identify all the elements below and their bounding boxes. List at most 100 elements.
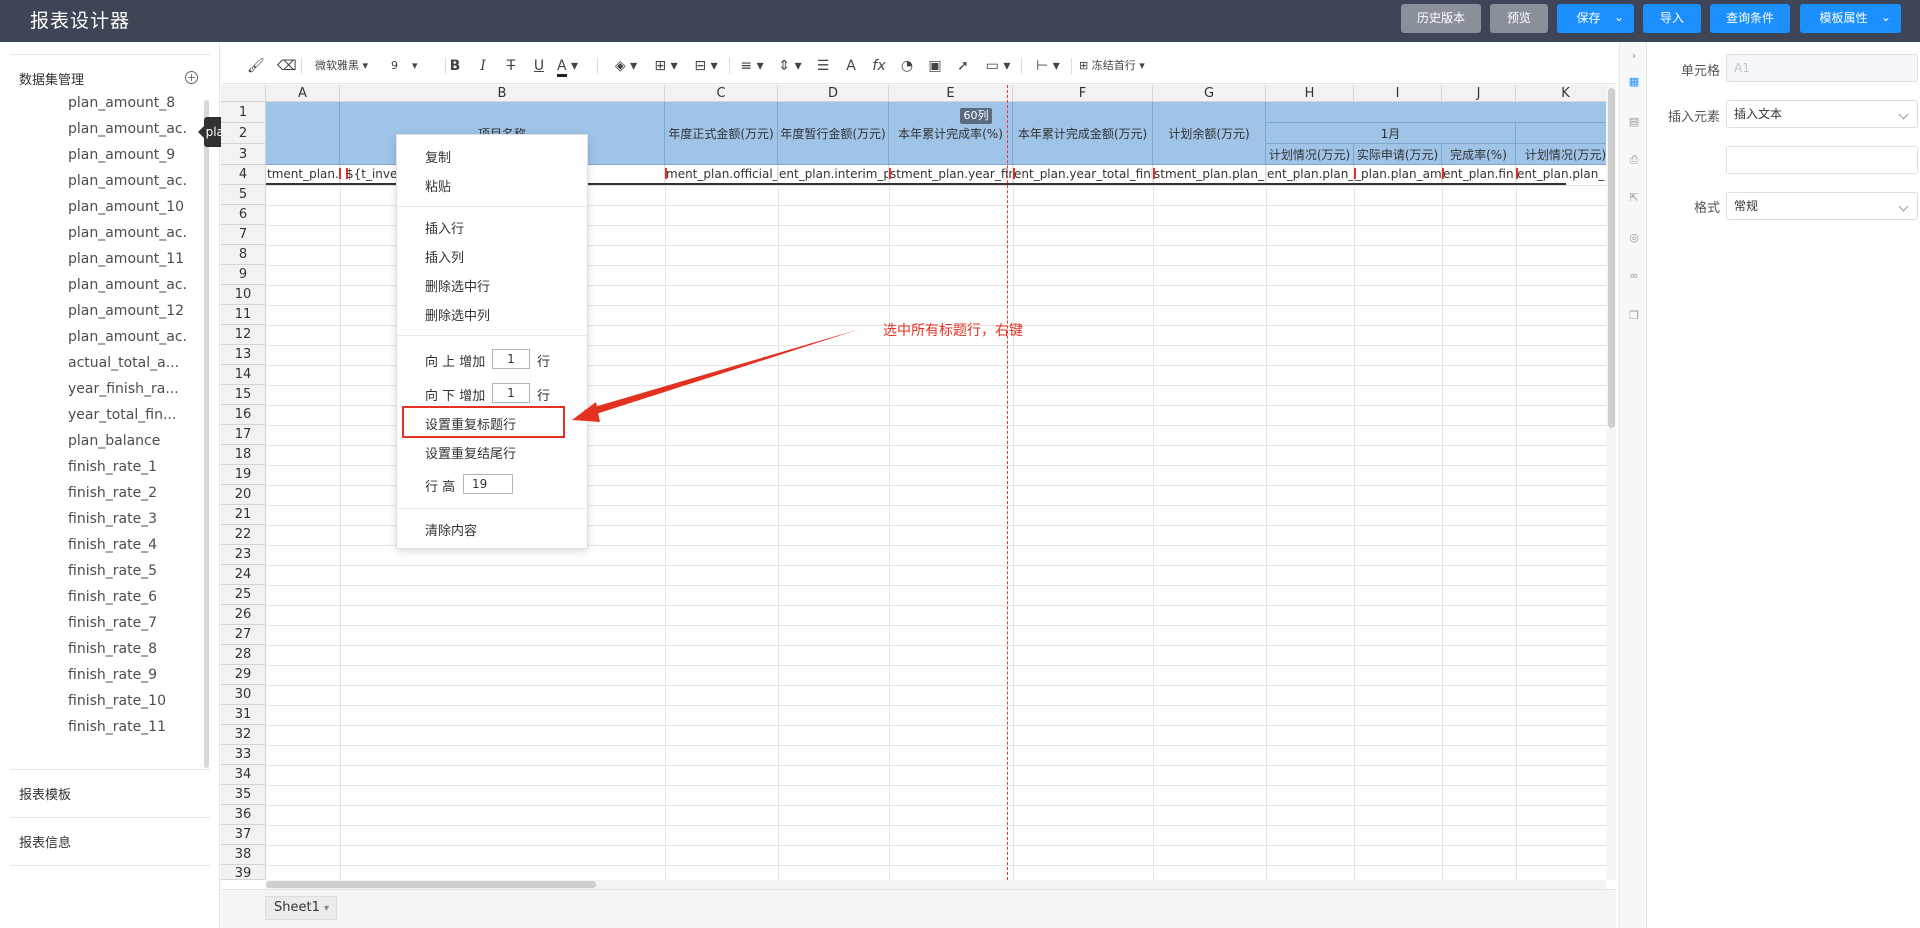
insert-element-select[interactable]: 插入文本 [1726,100,1918,128]
row-header[interactable]: 25 [221,585,266,605]
data-cell[interactable]: stment_plan.plan_b [1153,165,1266,184]
row-header[interactable]: 23 [221,545,266,565]
field-item[interactable]: plan_balance [68,433,160,449]
field-item[interactable]: plan_amount_ac. [68,329,187,345]
data-cell[interactable]: ment_plan.official_p [665,165,778,184]
row-header[interactable]: 35 [221,785,266,805]
field-item[interactable]: plan_amount_ac. [68,173,187,189]
menu-item-copy[interactable]: 复制 [425,147,451,166]
header-cell-year-total[interactable]: 本年累计完成金额(万元) [1013,102,1153,165]
wrap-text-icon[interactable]: ☰ [813,56,833,76]
row-header[interactable]: 32 [221,725,266,745]
field-item[interactable]: finish_rate_7 [68,615,157,631]
dataset-management-title[interactable]: 数据集管理 [19,69,84,88]
bold-icon[interactable]: B [445,56,465,76]
row-header[interactable]: 13 [221,345,266,365]
field-item[interactable]: plan_amount_8 [68,95,175,111]
header-cell-plan-status[interactable]: 计划情况(万元) [1266,144,1354,165]
strikethrough-icon[interactable]: T [501,56,521,76]
menu-item-add-below[interactable]: 向 下 增加 [425,385,485,404]
column-header-f[interactable]: F [1013,85,1153,102]
header-cell-a[interactable] [266,102,340,165]
history-version-button[interactable]: 历史版本 [1401,4,1481,33]
menu-item-delete-columns[interactable]: 删除选中列 [425,305,490,324]
row-header[interactable]: 18 [221,445,266,465]
header-cell-month-next[interactable] [1516,123,1616,144]
format-painter-icon[interactable]: 🖌 [247,56,265,76]
row-header[interactable]: 17 [221,425,266,445]
collapse-arrow-icon[interactable]: › [1628,50,1640,62]
align-vertical-icon[interactable]: ⇕ ▾ [773,56,807,76]
column-header-k[interactable]: K [1516,85,1616,102]
field-item[interactable]: finish_rate_6 [68,589,157,605]
report-info-title[interactable]: 报表信息 [19,832,71,851]
row-header[interactable]: 26 [221,605,266,625]
header-cell-plan-status-2[interactable]: 计划情况(万元) [1516,144,1616,165]
field-item[interactable]: year_total_fin... [68,407,176,423]
data-cell[interactable]: tment_plan.p [266,165,340,184]
freeze-first-row-button[interactable]: ⊞ 冻结首行 ▾ [1079,56,1163,76]
data-properties-icon[interactable]: ▤ [1628,116,1640,128]
select-all-corner[interactable] [221,85,266,102]
data-cell[interactable]: ent_plan.interim_p [778,165,889,184]
row-header[interactable]: 34 [221,765,266,785]
preview-button[interactable]: 预览 [1490,4,1548,33]
field-item[interactable]: finish_rate_10 [68,693,166,709]
row-height-input[interactable]: 19 [463,474,513,494]
data-cell[interactable]: ent_plan.plan_1 [1266,165,1354,184]
column-header-a[interactable]: A [266,85,340,102]
field-item[interactable]: plan_amount_ac. [68,121,187,137]
import-button[interactable]: 导入 [1643,4,1701,33]
image-icon[interactable]: ▣ [925,56,945,76]
field-item[interactable]: finish_rate_4 [68,537,157,553]
row-header[interactable]: 11 [221,305,266,325]
row-header[interactable]: 6 [221,205,266,225]
row-header[interactable]: 20 [221,485,266,505]
sheet-tab[interactable]: Sheet1 ▾ [265,896,337,920]
row-header[interactable]: 33 [221,745,266,765]
header-cell-month[interactable]: 1月 [1266,123,1516,144]
row-header[interactable]: 22 [221,525,266,545]
field-item[interactable]: plan_amount_ac. [68,225,187,241]
menu-item-add-above[interactable]: 向 上 增加 [425,351,485,370]
row-header[interactable]: 1 [221,102,266,123]
row-header[interactable]: 24 [221,565,266,585]
border-icon[interactable]: ⊞ ▾ [649,56,683,76]
data-cell[interactable]: _plan.plan_amo [1354,165,1442,184]
horizontal-scroll-thumb[interactable] [266,881,596,888]
field-item[interactable]: finish_rate_3 [68,511,157,527]
query-conditions-button[interactable]: 查询条件 [1710,4,1790,33]
underline-icon[interactable]: U [529,56,549,76]
template-properties-button[interactable]: 模板属性 ⌄ [1800,4,1901,33]
row-header[interactable]: 4 [221,165,266,185]
field-item[interactable]: finish_rate_5 [68,563,157,579]
cell-address-input[interactable]: A1 [1726,54,1918,82]
data-cell[interactable]: ent_plan.plan_ [1516,165,1616,184]
header-cell-annual-official[interactable]: 年度正式金额(万元) [665,102,778,165]
row-header[interactable]: 27 [221,625,266,645]
merge-cells-icon[interactable]: ⊟ ▾ [689,56,723,76]
row-header[interactable]: 8 [221,245,266,265]
row-header[interactable]: 15 [221,385,266,405]
field-item[interactable]: finish_rate_9 [68,667,157,683]
save-button[interactable]: 保存 ⌄ [1557,4,1634,33]
header-cell-blank[interactable] [1266,102,1616,123]
field-item[interactable]: plan_amount_10 [68,199,184,215]
field-item[interactable]: plan_amount_ac. [68,277,187,293]
column-header-b[interactable]: B [340,85,665,102]
font-color-icon[interactable]: A ▾ [557,56,591,77]
row-header[interactable]: 7 [221,225,266,245]
menu-item-delete-rows[interactable]: 删除选中行 [425,276,490,295]
italic-icon[interactable]: I [473,56,493,76]
row-header[interactable]: 36 [221,805,266,825]
column-header-d[interactable]: D [778,85,889,102]
row-header[interactable]: 9 [221,265,266,285]
fill-color-icon[interactable]: ◈ ▾ [609,56,643,76]
field-item[interactable]: plan_amount_12 [68,303,184,319]
header-cell-annual-interim[interactable]: 年度暂行金额(万元) [778,102,889,165]
field-item[interactable]: actual_total_a... [68,355,179,371]
header-cell-plan-balance[interactable]: 计划余额(万元) [1153,102,1266,165]
copy-icon[interactable]: ❐ [1628,310,1640,322]
field-item[interactable]: finish_rate_2 [68,485,157,501]
field-item[interactable]: plan_amount_11 [68,251,184,267]
